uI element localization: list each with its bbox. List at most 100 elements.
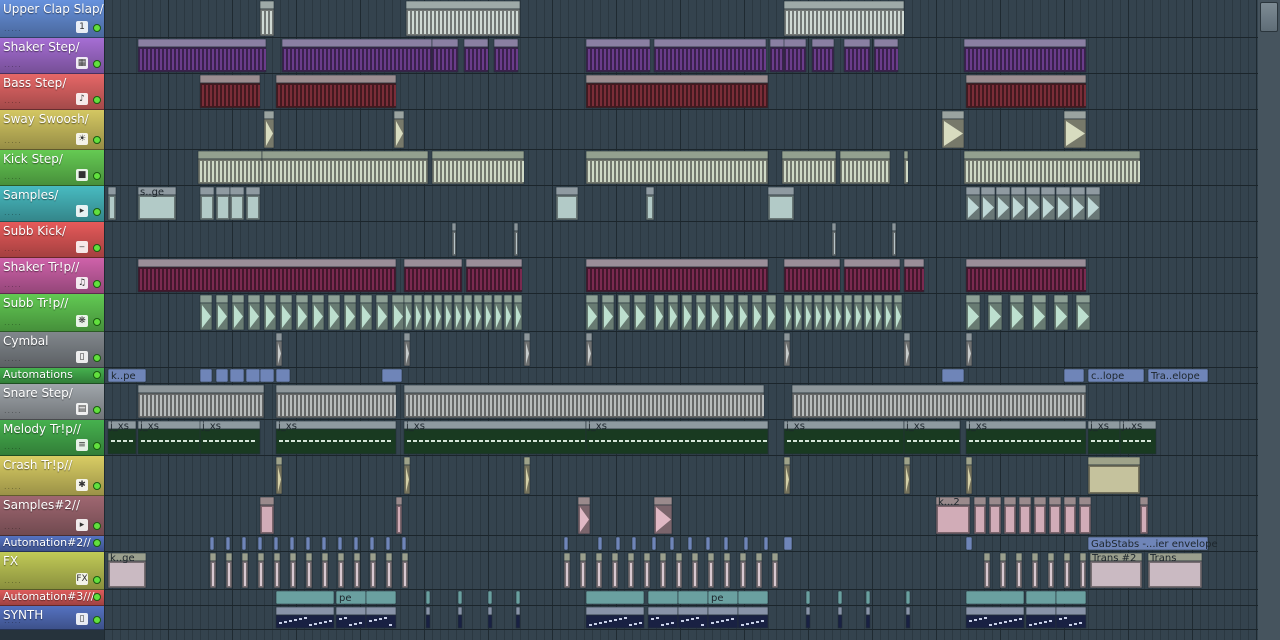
clip[interactable] (1031, 552, 1039, 589)
clip[interactable] (199, 368, 213, 383)
clip[interactable] (677, 590, 709, 605)
clip[interactable] (453, 294, 463, 331)
clip[interactable] (783, 536, 793, 551)
clip[interactable] (563, 536, 569, 551)
clip[interactable] (585, 150, 769, 185)
clip[interactable] (987, 294, 1003, 331)
clip[interactable] (767, 186, 795, 221)
clip[interactable] (965, 186, 981, 221)
clip[interactable] (755, 552, 763, 589)
clip[interactable] (275, 332, 283, 367)
clip[interactable] (611, 552, 619, 589)
clip[interactable] (1070, 186, 1086, 221)
clip[interactable] (257, 552, 265, 589)
clip[interactable] (695, 294, 707, 331)
clip[interactable] (337, 536, 343, 551)
clip[interactable] (811, 38, 835, 73)
clip[interactable] (1048, 496, 1062, 535)
clip[interactable] (275, 606, 335, 629)
clip[interactable] (137, 38, 267, 73)
clip[interactable] (783, 332, 791, 367)
clip[interactable] (1055, 186, 1071, 221)
clip[interactable] (873, 294, 883, 331)
clip[interactable] (781, 150, 837, 185)
clip[interactable] (705, 536, 711, 551)
clip[interactable] (687, 536, 693, 551)
clip[interactable] (451, 222, 457, 257)
clip[interactable] (263, 294, 277, 331)
clip[interactable] (365, 590, 397, 605)
track-kick-step[interactable]: Kick Step/..... ■ (0, 150, 104, 186)
clip[interactable] (1031, 294, 1047, 331)
clip[interactable] (431, 38, 459, 73)
clip[interactable] (229, 368, 245, 383)
clip[interactable] (523, 456, 531, 495)
track-snare-step[interactable]: Snare Step/..... ▤ (0, 384, 104, 420)
clip[interactable] (1025, 186, 1041, 221)
track-mute-led[interactable] (93, 616, 101, 624)
clip[interactable] (601, 294, 615, 331)
clip[interactable] (1087, 456, 1141, 495)
clip[interactable] (597, 536, 603, 551)
clip[interactable] (793, 294, 803, 331)
clip[interactable] (513, 294, 523, 331)
track-mute-led[interactable] (93, 442, 101, 450)
clip[interactable] (1063, 496, 1077, 535)
clip[interactable]: Trans #2 (1089, 552, 1143, 589)
clip[interactable] (1055, 606, 1087, 629)
clip[interactable] (403, 294, 413, 331)
clip[interactable] (259, 368, 275, 383)
clip[interactable] (563, 552, 571, 589)
clip[interactable] (647, 606, 679, 629)
clip[interactable] (577, 496, 591, 535)
clip[interactable] (215, 368, 229, 383)
clip[interactable] (321, 552, 329, 589)
clip[interactable] (483, 294, 493, 331)
clip[interactable]: Tra..elope (1147, 368, 1209, 383)
clip[interactable] (999, 552, 1007, 589)
clip[interactable] (863, 294, 873, 331)
track-automations[interactable]: Automations (0, 368, 104, 384)
clip[interactable]: k..pe (107, 368, 147, 383)
clip[interactable] (765, 294, 777, 331)
clip[interactable] (385, 536, 391, 551)
clip[interactable] (965, 294, 981, 331)
clip[interactable] (783, 38, 807, 73)
clip[interactable] (653, 294, 665, 331)
clip[interactable] (980, 186, 996, 221)
clip[interactable] (1139, 496, 1149, 535)
clip[interactable]: j_xs (585, 420, 769, 455)
clip[interactable] (259, 0, 275, 37)
clip[interactable] (805, 590, 811, 605)
clip[interactable] (783, 294, 793, 331)
clip[interactable] (1018, 496, 1032, 535)
clip[interactable] (137, 258, 397, 293)
clip[interactable] (493, 38, 519, 73)
clip[interactable] (903, 332, 911, 367)
track-bass-step[interactable]: Bass Step/..... ♪ (0, 74, 104, 110)
clip[interactable] (425, 606, 431, 629)
clip[interactable] (381, 368, 403, 383)
clip[interactable] (905, 590, 911, 605)
track-subb-kick[interactable]: Subb Kick/..... ‒ (0, 222, 104, 258)
clip[interactable] (1009, 294, 1025, 331)
clip[interactable] (743, 536, 749, 551)
clip[interactable] (209, 552, 217, 589)
clip[interactable] (585, 294, 599, 331)
clip[interactable] (353, 552, 361, 589)
clip[interactable] (225, 536, 231, 551)
clip[interactable] (229, 186, 245, 221)
clip[interactable] (647, 590, 679, 605)
clip[interactable] (263, 110, 275, 149)
clip[interactable] (615, 536, 621, 551)
clip[interactable] (893, 294, 903, 331)
clip[interactable] (903, 258, 925, 293)
clip[interactable] (903, 150, 909, 185)
clip[interactable] (803, 294, 813, 331)
clip[interactable] (1040, 186, 1056, 221)
clip[interactable] (555, 186, 579, 221)
clip[interactable] (643, 552, 651, 589)
clip[interactable] (369, 536, 375, 551)
scrollbar-thumb[interactable] (1260, 2, 1278, 32)
track-cymbal[interactable]: Cymbal..... ▯ (0, 332, 104, 368)
